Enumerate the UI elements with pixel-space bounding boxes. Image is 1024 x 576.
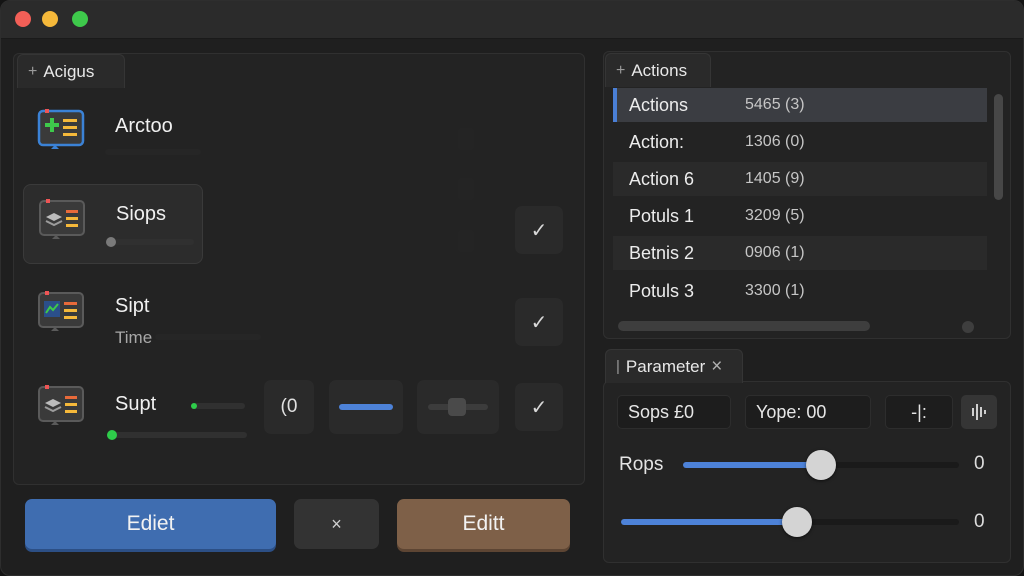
slider-track-mini	[428, 398, 488, 416]
second-slider[interactable]	[621, 507, 959, 537]
rops-slider-thumb[interactable]	[806, 450, 836, 480]
progress-knob[interactable]	[106, 237, 116, 247]
checkmark-icon: ✓	[530, 311, 548, 334]
row-name: Action 6	[629, 168, 695, 189]
table-row[interactable]: Potuls 1 3209 (5)	[613, 199, 987, 233]
vertical-scrollbar[interactable]	[994, 94, 1003, 200]
item-bar	[155, 334, 261, 340]
row-name: Betnis 2	[629, 242, 695, 263]
row-name: Actions	[629, 94, 689, 115]
yope-field[interactable]: Yope: 00	[745, 395, 871, 429]
rops-slider[interactable]	[683, 450, 959, 480]
tab-actions-label: Actions	[631, 60, 688, 80]
editt-button[interactable]: Editt	[397, 499, 570, 549]
tab-parameter-label: Parameter	[625, 356, 706, 376]
scroll-corner	[962, 321, 974, 333]
sops-field[interactable]: Sops £0	[617, 395, 731, 429]
table-row[interactable]: Action: 1306 (0)	[613, 125, 987, 159]
item-title: Siops	[116, 203, 167, 225]
row-name: Potuls 1	[629, 205, 695, 226]
ghost-handle	[458, 178, 474, 200]
ghost-handle	[458, 128, 474, 150]
rops-slider-value: 0	[974, 453, 985, 474]
tab-parameter[interactable]: | Parameter ×	[605, 349, 743, 383]
row-value: 0906 (1)	[745, 244, 805, 261]
item-subtitle: Time	[115, 328, 153, 347]
tab-grip-icon: |	[616, 358, 620, 375]
counter-box[interactable]: (0	[264, 380, 314, 434]
progress-track	[106, 237, 194, 247]
table-row[interactable]: Actions 5465 (3)	[613, 88, 987, 122]
row-value: 1405 (9)	[745, 170, 805, 187]
row-value: 5465 (3)	[745, 96, 805, 113]
counter-value: (0	[280, 396, 298, 417]
chart-list-icon	[38, 291, 84, 331]
slider-handle-mini[interactable]	[448, 398, 466, 416]
tab-actions[interactable]: + Actions	[605, 53, 711, 87]
row-value: 3300 (1)	[745, 282, 805, 299]
mini-field[interactable]: -|:	[885, 395, 953, 429]
waveform-button[interactable]	[961, 395, 997, 429]
second-slider-fill	[621, 519, 797, 525]
blue-level-control[interactable]	[329, 380, 403, 434]
blue-level-bar	[339, 404, 393, 410]
table-row[interactable]: Action 6 1405 (9)	[613, 162, 987, 196]
check-button-sipt[interactable]: ✓	[515, 298, 563, 346]
mini-level-bar	[191, 403, 245, 409]
row-name: Potuls 3	[629, 280, 695, 301]
list-item-sipt[interactable]: Sipt Time	[23, 277, 261, 357]
close-tab-icon[interactable]: ×	[711, 356, 722, 378]
slider-label: Rops	[619, 454, 664, 475]
checkmark-icon: ✓	[530, 396, 548, 419]
layers-list-icon	[39, 199, 85, 239]
ghost-handle	[458, 230, 474, 252]
waveform-icon	[972, 404, 986, 420]
ediet-button[interactable]: Ediet	[25, 499, 276, 549]
check-button-siops[interactable]: ✓	[515, 206, 563, 254]
checkmark-icon: ✓	[530, 219, 548, 242]
maximize-window-button[interactable]	[72, 11, 88, 27]
mini-level-fill	[191, 403, 197, 409]
app-window: + Acigus Arctoo Siops ✓ Sipt Time ✓ Supt…	[0, 0, 1024, 576]
horizontal-scrollbar[interactable]	[618, 321, 870, 331]
plus-icon: +	[28, 62, 38, 80]
table-row[interactable]: Betnis 2 0906 (1)	[613, 236, 987, 270]
progress-knob[interactable]	[107, 430, 117, 440]
item-bar	[105, 149, 201, 155]
add-list-icon	[37, 109, 85, 149]
row-value: 1306 (0)	[745, 133, 805, 150]
plus-icon: +	[616, 61, 626, 79]
rops-slider-fill	[683, 462, 821, 468]
layers-list-icon	[38, 385, 84, 425]
check-button-supt[interactable]: ✓	[515, 383, 563, 431]
close-window-button[interactable]	[15, 11, 31, 27]
progress-track	[107, 430, 247, 440]
title-bar	[1, 1, 1023, 39]
item-title: Sipt	[115, 295, 150, 317]
list-item-arctoo[interactable]: Arctoo	[23, 93, 203, 173]
list-item-supt[interactable]: Supt	[23, 371, 247, 451]
minimize-window-button[interactable]	[42, 11, 58, 27]
list-item-siops[interactable]: Siops	[23, 184, 203, 264]
tab-acigus-label: Acigus	[43, 61, 95, 81]
tab-acigus[interactable]: + Acigus	[17, 54, 125, 88]
table-row[interactable]: Potuls 3 3300 (1)	[613, 274, 987, 308]
second-slider-thumb[interactable]	[782, 507, 812, 537]
item-title: Arctoo	[115, 115, 173, 137]
cancel-button[interactable]: ×	[294, 499, 379, 549]
row-value: 3209 (5)	[745, 207, 805, 224]
item-title: Supt	[115, 393, 157, 415]
row-name: Action:	[629, 131, 685, 152]
slider-control[interactable]	[417, 380, 499, 434]
second-slider-value: 0	[974, 511, 985, 532]
